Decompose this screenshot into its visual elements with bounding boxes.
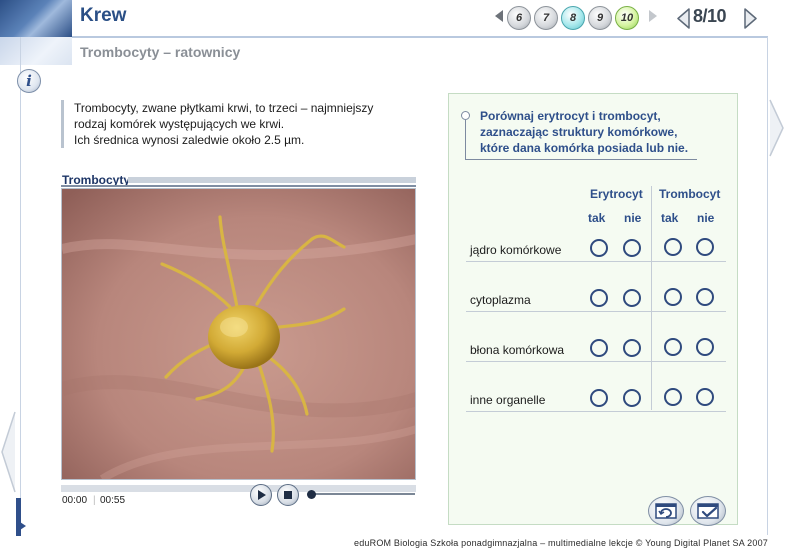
- check-button[interactable]: [690, 496, 726, 526]
- time-separator: |: [93, 495, 96, 506]
- stop-button[interactable]: [277, 484, 299, 506]
- column-header-erytrocyt: Erytrocyt: [590, 187, 643, 201]
- page-button-9[interactable]: 9: [588, 6, 612, 30]
- radio-cytoplazma-erytrocyt-nie[interactable]: [623, 289, 641, 307]
- video-time-total: 00:55: [100, 495, 126, 506]
- reset-icon: [655, 503, 677, 519]
- radio-blona-erytrocyt-tak[interactable]: [590, 339, 608, 357]
- play-icon: [258, 490, 266, 500]
- subheader-erytrocyt-tak: tak: [588, 211, 606, 225]
- chevron-left-icon[interactable]: [675, 8, 692, 29]
- row-divider: [466, 361, 726, 362]
- row-label-organelle: inne organelle: [470, 393, 546, 407]
- radio-blona-trombocyt-tak[interactable]: [664, 338, 682, 356]
- video-player[interactable]: [61, 188, 416, 480]
- video-title-underline: [61, 185, 416, 187]
- task-line: zaznaczając struktury komórkowe,: [480, 125, 678, 139]
- reset-button[interactable]: [648, 496, 684, 526]
- chevron-right-icon[interactable]: [742, 8, 759, 29]
- radio-organelle-trombocyt-nie[interactable]: [696, 388, 714, 406]
- left-strip: [16, 498, 21, 536]
- task-line: które dana komórka posiada lub nie.: [480, 141, 689, 155]
- radio-organelle-erytrocyt-tak[interactable]: [590, 389, 608, 407]
- page-button-8[interactable]: 8: [561, 6, 585, 30]
- video-title-bar: [128, 177, 416, 183]
- check-icon: [697, 503, 719, 519]
- exercise-panel: [448, 93, 738, 525]
- intro-text: Trombocyty, zwane płytkami krwi, to trze…: [61, 100, 404, 148]
- radio-jadro-erytrocyt-nie[interactable]: [623, 239, 641, 257]
- radio-cytoplazma-trombocyt-nie[interactable]: [696, 288, 714, 306]
- task-line: Porównaj erytrocyt i trombocyt,: [480, 109, 661, 123]
- video-progress-bar[interactable]: [61, 485, 416, 492]
- radio-cytoplazma-erytrocyt-tak[interactable]: [590, 289, 608, 307]
- radio-organelle-erytrocyt-nie[interactable]: [623, 389, 641, 407]
- task-bullet-icon: [461, 111, 470, 120]
- header-logo-tile: [0, 0, 72, 37]
- left-play-icon[interactable]: [20, 522, 26, 530]
- side-prev-arrow-icon[interactable]: [0, 410, 16, 494]
- radio-organelle-trombocyt-tak[interactable]: [664, 388, 682, 406]
- task-instruction: Porównaj erytrocyt i trombocyt, zaznacza…: [480, 108, 688, 156]
- row-label-cytoplazma: cytoplazma: [470, 293, 531, 307]
- radio-cytoplazma-trombocyt-tak[interactable]: [664, 288, 682, 306]
- volume-slider-track[interactable]: [312, 493, 415, 495]
- page-counter: 8/10: [693, 6, 727, 26]
- page-title: Krew: [80, 5, 127, 26]
- pager-next-arrow-icon[interactable]: [649, 10, 657, 22]
- row-divider: [466, 311, 726, 312]
- subheader-trombocyt-nie: nie: [697, 211, 715, 225]
- side-next-arrow-icon[interactable]: [769, 98, 785, 158]
- radio-blona-trombocyt-nie[interactable]: [696, 338, 714, 356]
- row-label-blona: błona komórkowa: [470, 343, 565, 357]
- row-label-jadro: jądro komórkowe: [470, 243, 562, 257]
- footer-copyright: eduROM Biologia Szkoła ponadgimnazjalna …: [354, 538, 768, 548]
- volume-slider-knob[interactable]: [307, 490, 316, 499]
- row-divider: [466, 261, 726, 262]
- intro-line: Trombocyty, zwane płytkami krwi, to trze…: [74, 101, 374, 115]
- intro-line: Ich średnica wynosi zaledwie około 2.5 µ…: [74, 133, 305, 147]
- subheader-erytrocyt-nie: nie: [624, 211, 642, 225]
- row-divider: [466, 411, 726, 412]
- page-button-10[interactable]: 10: [615, 6, 639, 30]
- page-button-6[interactable]: 6: [507, 6, 531, 30]
- info-button[interactable]: i: [17, 69, 41, 93]
- stop-icon: [284, 491, 292, 499]
- video-time-current: 00:00: [62, 495, 88, 506]
- subheader-trombocyt-tak: tak: [661, 211, 679, 225]
- page-button-7[interactable]: 7: [534, 6, 558, 30]
- pager-prev-arrow-icon[interactable]: [495, 10, 503, 22]
- radio-blona-erytrocyt-nie[interactable]: [623, 339, 641, 357]
- platelet-video-frame: [62, 189, 415, 479]
- radio-jadro-trombocyt-nie[interactable]: [696, 238, 714, 256]
- play-button[interactable]: [250, 484, 272, 506]
- task-underline: [465, 159, 697, 160]
- column-header-trombocyt: Trombocyt: [659, 187, 721, 201]
- task-bracket-line: [465, 120, 466, 160]
- intro-line: rodzaj komórek występujących we krwi.: [74, 117, 285, 131]
- radio-jadro-erytrocyt-tak[interactable]: [590, 239, 608, 257]
- group-divider: [651, 186, 652, 410]
- radio-jadro-trombocyt-tak[interactable]: [664, 238, 682, 256]
